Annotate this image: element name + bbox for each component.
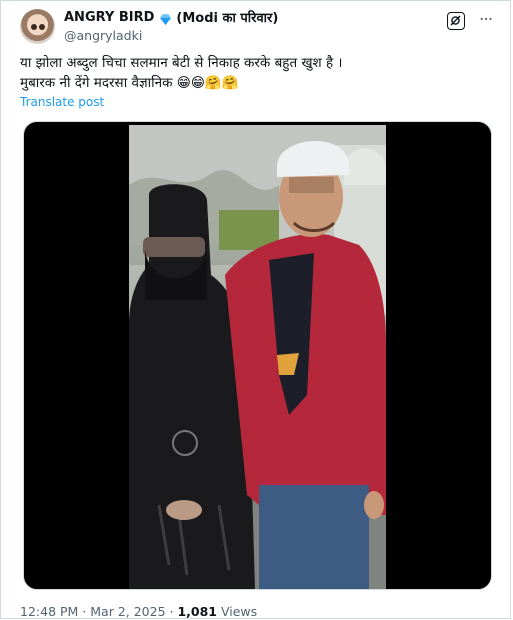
author-org-tag: (Modi का परिवार) (176, 11, 279, 26)
tweet-date[interactable]: Mar 2, 2025 (90, 604, 165, 619)
author-handle[interactable]: @angryladki (64, 28, 142, 43)
tweet-text-line: मुबारक नी देंगे मदरसा वैज्ञानिक 😁😁🤗🤗 (20, 75, 239, 91)
tweet-text: या झोला अब्दुल चिचा सलमान बेटी से निकाह … (20, 53, 500, 93)
views-count: 1,081 (177, 604, 217, 619)
video-still (129, 125, 386, 589)
tweet-time[interactable]: 12:48 PM (20, 604, 78, 619)
tweet-meta: 12:48 PM · Mar 2, 2025 · 1,081 Views (20, 604, 257, 619)
avatar-eye (31, 24, 37, 30)
more-options-icon[interactable]: ··· (479, 10, 493, 30)
video-media[interactable] (23, 121, 492, 590)
meta-separator: · (78, 604, 91, 619)
translate-post-link[interactable]: Translate post (20, 95, 104, 109)
avatar-eye (39, 24, 45, 30)
author-name-row[interactable]: ANGRY BIRD (Modi का परिवार) (64, 8, 279, 27)
verified-diamond-icon (159, 11, 172, 25)
tweet-text-line: या झोला अब्दुल चिचा सलमान बेटी से निकाह … (20, 55, 343, 71)
grok-icon[interactable] (447, 12, 465, 30)
meta-separator: · (165, 604, 178, 619)
video-frame[interactable] (129, 125, 386, 589)
tweet-card[interactable]: ANGRY BIRD (Modi का परिवार) @angryladki … (0, 0, 511, 619)
author-display-name[interactable]: ANGRY BIRD (64, 10, 154, 25)
views-label: Views (217, 604, 258, 619)
avatar[interactable] (20, 9, 55, 44)
